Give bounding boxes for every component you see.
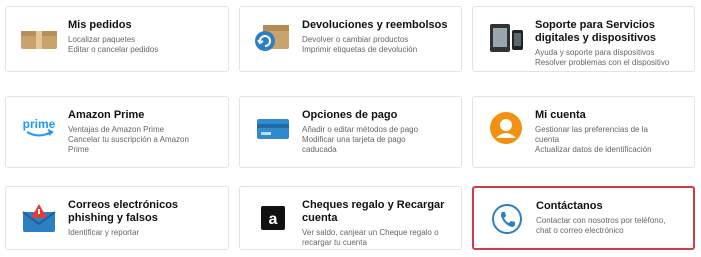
card-line: Gestionar las preferencias de la [535,125,648,134]
card-line: Ayuda y soporte para dispositivos [535,48,655,57]
card-line: caducada [302,145,337,154]
card-line: Localizar paquetes [68,35,136,44]
prime-logo-text: prime [23,117,56,131]
gift-card-icon: a [252,197,294,239]
phone-icon [486,198,528,240]
card-phishing[interactable]: Correos electrónicos phishing y falsos I… [5,186,229,250]
card-line: Ventajas de Amazon Prime [68,125,165,134]
card-soporte-digital[interactable]: Soporte para Servicios digitales y dispo… [472,6,695,72]
card-line: Cancelar tu suscripción a Amazon [68,135,189,144]
card-line: Ver saldo, canjear un Cheque regalo o [302,228,439,237]
card-title: Devoluciones y reembolsos [302,19,448,31]
card-title: Cheques regalo y Recargar cuenta [302,199,445,224]
prime-logo-icon: prime [18,107,60,149]
card-line: cuenta [535,135,560,144]
package-icon [18,17,60,59]
credit-card-icon [252,107,294,149]
email-warning-icon [18,197,60,239]
card-title: Correos electrónicos phishing y falsos [68,199,179,224]
card-line: chat o correo electrónico [536,226,624,235]
return-box-icon [252,17,294,59]
card-amazon-prime[interactable]: prime Amazon Prime Ventajas de Amazon Pr… [5,96,229,168]
card-title: Soporte para Servicios digitales y dispo… [535,19,657,44]
card-line: Contactar con nosotros por teléfono, [536,216,666,225]
card-line: Añadir o editar métodos de pago [302,125,419,134]
card-title: Amazon Prime [68,109,145,121]
card-title: Contáctanos [536,200,603,212]
card-line: Actualizar datos de identificación [535,145,652,154]
card-line: Devolver o cambiar productos [302,35,409,44]
help-topics-grid: Mis pedidos Localizar paquetes Editar o … [0,0,701,257]
card-line: Modificar una tarjeta de pago [302,135,406,144]
amazon-letter: a [269,211,278,228]
card-opciones-pago[interactable]: Opciones de pago Añadir o editar métodos… [239,96,462,168]
card-line: Imprimir etiquetas de devolución [302,45,418,54]
card-devoluciones[interactable]: Devoluciones y reembolsos Devolver o cam… [239,6,462,72]
card-line: recargar tu cuenta [302,238,367,247]
card-cheques-regalo[interactable]: a Cheques regalo y Recargar cuenta Ver s… [239,186,462,250]
card-mi-cuenta[interactable]: Mi cuenta Gestionar las preferencias de … [472,96,695,168]
card-title: Opciones de pago [302,109,398,121]
card-line: Identificar y reportar [68,228,140,237]
card-mis-pedidos[interactable]: Mis pedidos Localizar paquetes Editar o … [5,6,229,72]
card-contactanos[interactable]: Contáctanos Contactar con nosotros por t… [472,186,695,250]
card-line: Editar o cancelar pedidos [68,45,159,54]
card-title: Mi cuenta [535,109,586,121]
card-line: Resolver problemas con el dispositivo [535,58,670,67]
card-line: Prime [68,145,89,154]
card-title: Mis pedidos [68,19,132,31]
devices-icon [485,17,527,59]
user-icon [485,107,527,149]
